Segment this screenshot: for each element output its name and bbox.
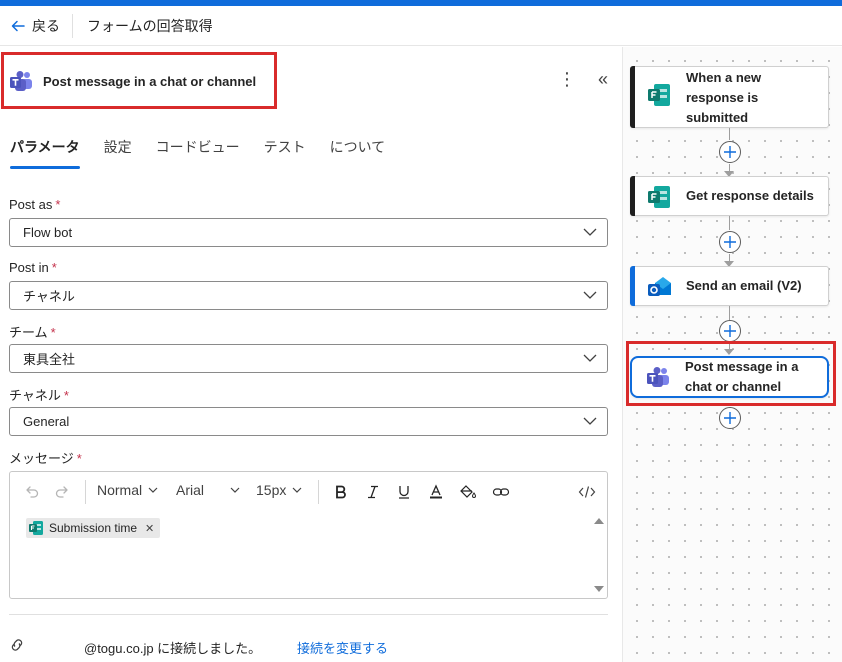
font-size-value: 15px xyxy=(256,482,287,498)
bold-icon[interactable] xyxy=(331,482,351,502)
plus-icon xyxy=(724,236,736,248)
outlook-icon xyxy=(648,277,671,296)
step-accent-bar xyxy=(630,66,635,128)
back-arrow-icon xyxy=(11,20,25,31)
tab-code-view[interactable]: コードビュー xyxy=(156,137,240,169)
flow-connector xyxy=(729,216,730,230)
editor-toolbar: Normal Arial 15px xyxy=(10,472,607,510)
team-label: チーム * xyxy=(9,325,56,340)
panel-title: Post message in a chat or channel xyxy=(43,73,257,89)
plus-icon xyxy=(724,412,736,424)
token-label: Submission time xyxy=(49,521,138,535)
underline-icon[interactable] xyxy=(394,482,414,502)
italic-icon[interactable] xyxy=(363,482,383,502)
header: 戻る フォームの回答取得 xyxy=(0,6,842,46)
flow-canvas[interactable]: When a new response is submitted Get res… xyxy=(622,47,842,662)
channel-value: General xyxy=(23,414,70,429)
connection-status: @togu.co.jp に接続しました。 xyxy=(84,641,262,656)
forms-icon xyxy=(648,186,670,208)
flow-connector xyxy=(729,128,730,140)
redo-icon[interactable] xyxy=(52,482,72,502)
step-card-post-message[interactable]: Post message in a chat or channel xyxy=(630,356,829,398)
step-label: Send an email (V2) xyxy=(686,278,802,293)
post-in-select[interactable]: チャネル xyxy=(9,281,608,310)
message-label: メッセージ * xyxy=(9,451,82,466)
step-label: Post message in a chat or channel xyxy=(685,359,799,394)
step-card-trigger[interactable]: When a new response is submitted xyxy=(630,66,829,128)
plus-icon xyxy=(724,146,736,158)
message-editor[interactable]: Normal Arial 15px Submission time ✕ xyxy=(9,471,608,599)
scroll-up-arrow-icon[interactable] xyxy=(594,518,604,524)
post-in-label: Post in * xyxy=(9,260,57,275)
chevron-down-icon xyxy=(583,354,597,362)
step-card-send-email[interactable]: Send an email (V2) xyxy=(630,266,829,306)
toolbar-divider xyxy=(318,480,319,504)
text-style-value: Normal xyxy=(97,482,143,498)
text-style-dropdown[interactable]: Normal xyxy=(97,482,158,498)
font-family-dropdown[interactable]: Arial xyxy=(176,482,240,498)
forms-icon xyxy=(29,521,43,535)
back-button[interactable]: 戻る xyxy=(0,6,72,46)
chevron-down-icon xyxy=(583,417,597,425)
undo-icon[interactable] xyxy=(22,482,42,502)
post-as-label: Post as * xyxy=(9,197,61,212)
required-marker: * xyxy=(55,197,61,212)
dynamic-content-token[interactable]: Submission time ✕ xyxy=(26,518,161,538)
required-marker: * xyxy=(50,325,56,340)
tab-about[interactable]: について xyxy=(330,137,386,169)
footer-divider xyxy=(9,614,608,615)
required-marker: * xyxy=(63,388,69,403)
toolbar-divider xyxy=(85,480,86,504)
font-size-dropdown[interactable]: 15px xyxy=(256,482,302,498)
flow-connector xyxy=(729,306,730,320)
teams-icon xyxy=(10,71,32,91)
change-connection-link[interactable]: 接続を変更する xyxy=(297,638,388,657)
code-view-icon[interactable] xyxy=(576,482,598,502)
post-in-value: チャネル xyxy=(23,289,75,304)
chevron-down-icon xyxy=(583,228,597,236)
team-select[interactable]: 東具全社 xyxy=(9,344,608,373)
tab-test[interactable]: テスト xyxy=(264,137,306,169)
add-step-button[interactable] xyxy=(719,141,741,163)
required-marker: * xyxy=(51,260,57,275)
chevron-down-icon xyxy=(230,487,240,493)
connection-icon xyxy=(11,639,23,651)
chevron-down-icon xyxy=(292,487,302,493)
link-icon[interactable] xyxy=(490,482,512,502)
font-family-value: Arial xyxy=(176,482,205,498)
add-step-button[interactable] xyxy=(719,231,741,253)
tab-settings[interactable]: 設定 xyxy=(104,137,132,169)
add-step-button[interactable] xyxy=(719,407,741,429)
back-label: 戻る xyxy=(32,17,60,34)
step-label: When a new response is submitted xyxy=(686,70,762,125)
tab-parameters[interactable]: パラメータ xyxy=(10,137,80,169)
font-color-icon[interactable] xyxy=(426,482,446,502)
chevron-down-icon xyxy=(148,487,158,493)
post-as-value: Flow bot xyxy=(23,225,73,240)
collapse-panel-icon[interactable]: « xyxy=(592,69,614,89)
channel-select[interactable]: General xyxy=(9,407,608,436)
add-step-button[interactable] xyxy=(719,320,741,342)
more-options-icon[interactable]: ⋮ xyxy=(558,69,576,89)
scroll-down-arrow-icon[interactable] xyxy=(594,586,604,592)
channel-label: チャネル * xyxy=(9,388,69,403)
flow-title: フォームの回答取得 xyxy=(87,17,213,34)
panel-header: Post message in a chat or channel xyxy=(9,69,256,93)
chevron-down-icon xyxy=(583,291,597,299)
teams-icon xyxy=(647,367,669,387)
team-value: 東具全社 xyxy=(23,352,76,367)
token-remove-icon[interactable]: ✕ xyxy=(145,522,154,535)
tab-bar: パラメータ 設定 コードビュー テスト について xyxy=(10,137,385,169)
post-as-select[interactable]: Flow bot xyxy=(9,218,608,247)
step-accent-bar xyxy=(630,176,635,216)
step-label: Get response details xyxy=(686,188,814,203)
required-marker: * xyxy=(76,451,82,466)
forms-icon xyxy=(648,84,670,106)
step-accent-bar xyxy=(630,266,635,306)
step-card-get-response[interactable]: Get response details xyxy=(630,176,829,216)
action-details-panel: Post message in a chat or channel ⋮ « パラ… xyxy=(0,47,622,662)
highlight-color-icon[interactable] xyxy=(458,482,478,502)
plus-icon xyxy=(724,325,736,337)
